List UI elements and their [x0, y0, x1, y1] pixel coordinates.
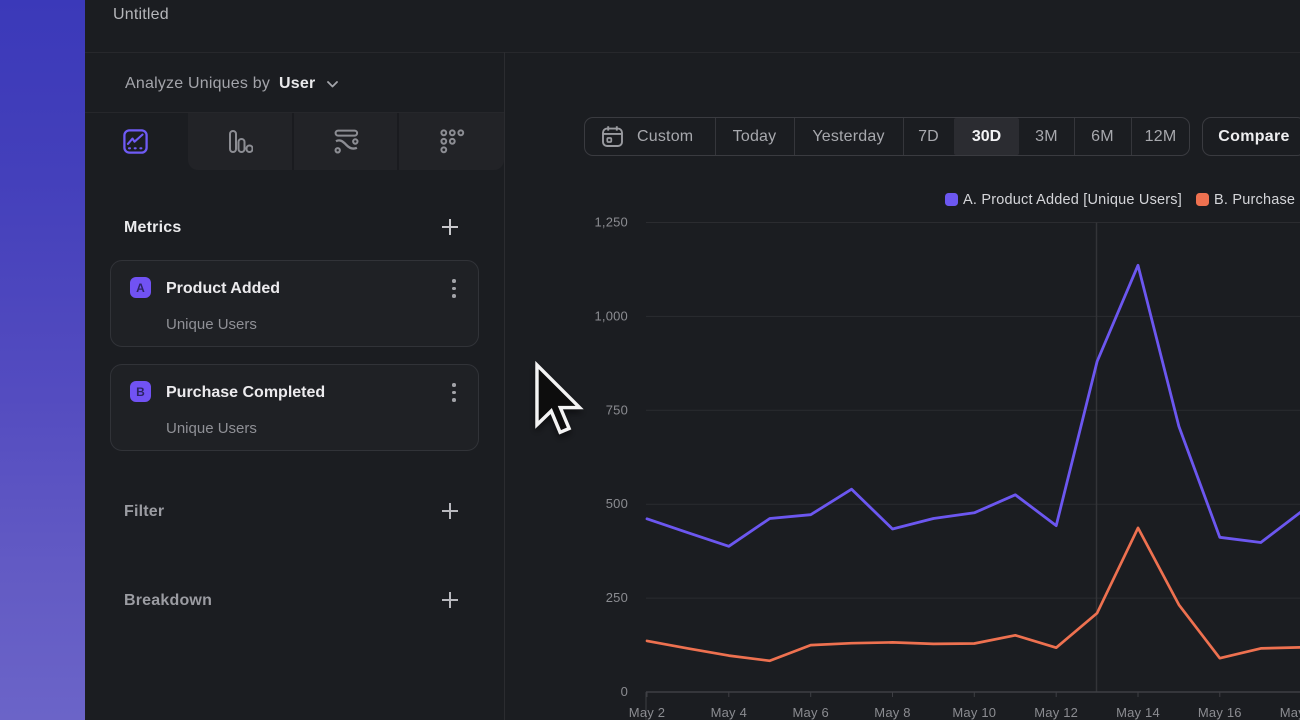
- svg-text:1,250: 1,250: [594, 215, 628, 230]
- svg-text:May 10: May 10: [952, 705, 996, 720]
- svg-text:250: 250: [606, 590, 628, 605]
- svg-text:0: 0: [621, 684, 628, 699]
- svg-text:May 16: May 16: [1198, 705, 1242, 720]
- svg-text:May 2: May 2: [629, 705, 665, 720]
- svg-text:1,000: 1,000: [594, 308, 628, 323]
- svg-text:750: 750: [606, 402, 628, 417]
- svg-text:May 12: May 12: [1034, 705, 1078, 720]
- svg-text:May 6: May 6: [792, 705, 828, 720]
- svg-text:500: 500: [606, 496, 628, 511]
- svg-text:May 4: May 4: [711, 705, 747, 720]
- svg-text:May 14: May 14: [1116, 705, 1160, 720]
- svg-text:May 18: May 18: [1280, 705, 1300, 720]
- svg-text:May 8: May 8: [874, 705, 910, 720]
